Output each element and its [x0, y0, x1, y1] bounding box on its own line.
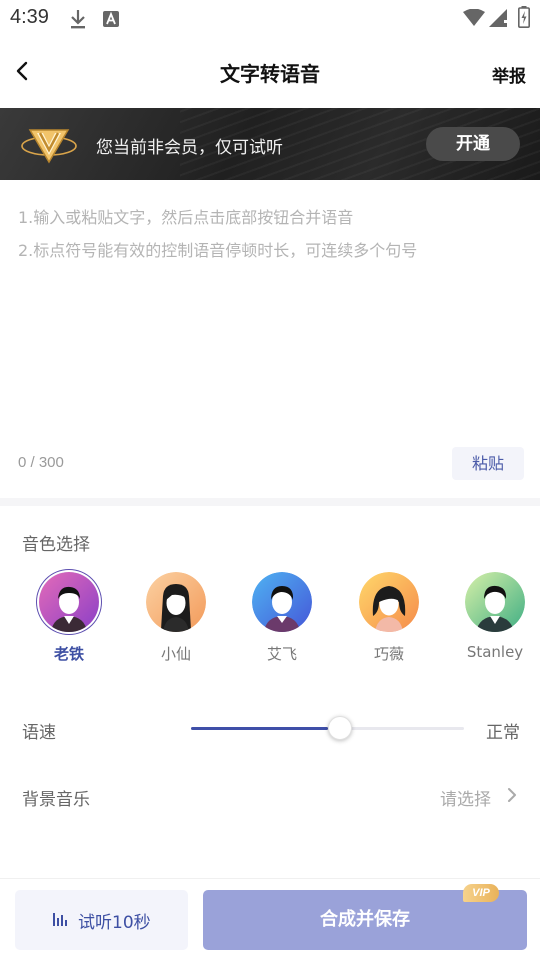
open-membership-button[interactable]: 开通	[426, 127, 520, 161]
male-avatar-icon	[252, 572, 312, 632]
character-count: 0 / 300	[18, 454, 64, 471]
vip-tag: VIP	[463, 884, 499, 902]
download-icon	[71, 10, 85, 29]
preview-button[interactable]: 试听10秒	[15, 890, 188, 950]
chevron-right-icon[interactable]	[505, 786, 519, 804]
text-notification-icon	[103, 11, 119, 27]
slider-thumb[interactable]	[327, 716, 352, 740]
voice-option-qiaowei[interactable]: 巧薇	[349, 572, 429, 664]
avatar	[252, 572, 312, 632]
vip-status-text: 您当前非会员，仅可试听	[96, 138, 283, 158]
voice-name: 巧薇	[373, 645, 404, 663]
voice-name: Stanley	[466, 643, 524, 661]
avatar	[146, 572, 206, 632]
avatar	[359, 572, 419, 632]
voice-option-laotie[interactable]: 老铁	[29, 572, 109, 664]
input-hint-2: 2.标点符号能有效的控制语音停顿时长，可连续多个句号	[18, 241, 418, 260]
preview-label: 试听10秒	[78, 913, 151, 933]
battery-charging-icon	[518, 6, 530, 28]
audio-bars-icon	[53, 913, 67, 926]
speed-value: 正常	[486, 723, 520, 743]
voice-option-xiaoxian[interactable]: 小仙	[136, 572, 216, 664]
vip-badge-icon	[21, 129, 77, 164]
female-avatar-icon	[146, 572, 206, 632]
paste-button[interactable]: 粘贴	[452, 447, 524, 480]
female-avatar-icon	[359, 572, 419, 632]
wifi-icon	[463, 9, 485, 26]
signal-icon	[489, 9, 507, 27]
voice-option-stanley[interactable]: Stanley	[455, 572, 535, 661]
report-button[interactable]: 举报	[492, 62, 526, 87]
male-avatar-icon	[465, 572, 525, 632]
app-header: 文字转语音 举报	[0, 38, 540, 108]
status-time: 4:39	[10, 6, 49, 28]
input-hint-1: 1.输入或粘贴文字，然后点击底部按钮合并语音	[18, 208, 354, 227]
speed-label: 语速	[22, 723, 56, 743]
page-title: 文字转语音	[220, 62, 320, 86]
speed-slider[interactable]	[191, 716, 464, 740]
voice-section-label: 音色选择	[22, 535, 90, 555]
voice-name: 艾飞	[266, 645, 297, 663]
voice-option-aifei[interactable]: 艾飞	[242, 572, 322, 664]
slider-fill	[191, 727, 328, 730]
avatar	[465, 572, 525, 632]
text-input-area[interactable]: 1.输入或粘贴文字，然后点击底部按钮合并语音 2.标点符号能有效的控制语音停顿时…	[0, 180, 540, 498]
bg-music-select[interactable]: 请选择	[440, 785, 491, 810]
avatar	[39, 572, 99, 632]
status-bar: 4:39	[0, 0, 540, 38]
bg-music-label: 背景音乐	[22, 790, 90, 810]
voice-name: 小仙	[160, 645, 191, 663]
male-avatar-icon	[39, 572, 99, 632]
voice-name: 老铁	[53, 645, 84, 663]
section-divider	[0, 498, 540, 506]
